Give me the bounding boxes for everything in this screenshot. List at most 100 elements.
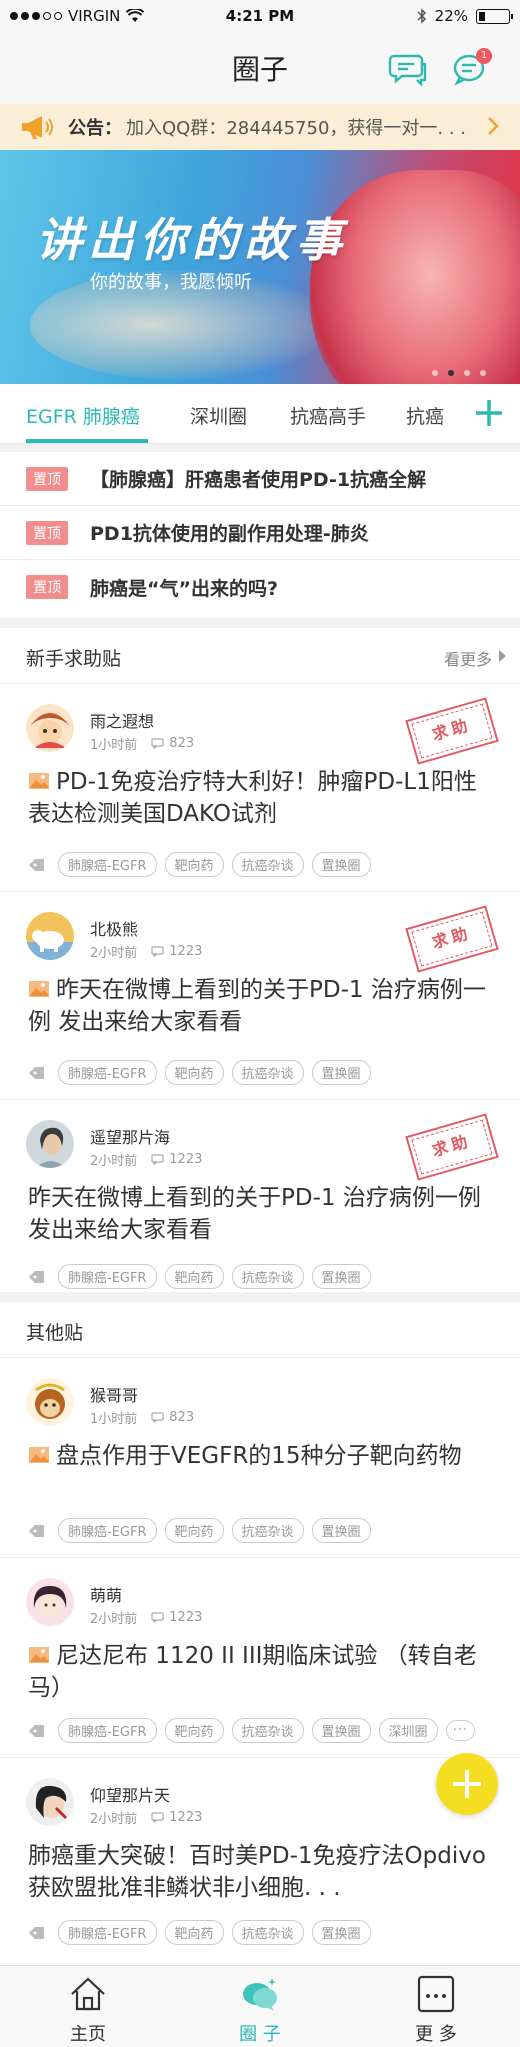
tag-chip[interactable]: 肺腺癌-EGFR: [58, 852, 157, 877]
tag-chip[interactable]: 靶向药: [164, 1264, 224, 1289]
tag-chip[interactable]: 抗癌杂谈: [231, 852, 304, 877]
chat-button[interactable]: [388, 50, 428, 87]
tag-chip[interactable]: 置换圈: [311, 1518, 371, 1543]
tab-home[interactable]: 主页: [28, 1966, 148, 2047]
tag-icon: [29, 858, 44, 871]
comment-icon: [151, 1612, 164, 1623]
avatar[interactable]: [26, 704, 74, 752]
triangle-right-icon: [499, 650, 506, 662]
tag-chip[interactable]: 肺腺癌-EGFR: [58, 1718, 157, 1743]
username: 雨之遐想: [90, 712, 155, 731]
tab-shenzhen[interactable]: 深圳圈: [190, 402, 247, 429]
post-meta: 2小时前 1223: [90, 1808, 202, 1827]
tag-chip[interactable]: 置换圈: [311, 1920, 371, 1945]
announcement-text: 加入QQ群：284445750，获得一对一. . .: [126, 118, 467, 139]
pinned-item[interactable]: 置顶 肺癌是“气”出来的吗?: [0, 560, 520, 614]
tag-chip[interactable]: 靶向药: [164, 1920, 224, 1945]
tab-anticancer[interactable]: 抗癌: [406, 402, 444, 429]
tag-chip[interactable]: 抗癌杂谈: [231, 1920, 304, 1945]
section-header: 其他贴: [0, 1302, 520, 1358]
tag-row: 肺腺癌-EGFR 靶向药 抗癌杂谈 置换圈: [28, 852, 371, 877]
messages-button[interactable]: 1: [452, 48, 492, 86]
tab-experts[interactable]: 抗癌高手: [290, 402, 366, 429]
comment-count: 823: [151, 1410, 194, 1425]
tag-icon: [29, 1724, 44, 1737]
new-post-button[interactable]: [436, 1753, 498, 1815]
avatar[interactable]: [26, 1778, 74, 1826]
tag-chip[interactable]: 抗癌杂谈: [231, 1060, 304, 1085]
username: 仰望那片天: [90, 1786, 171, 1805]
tag-chip[interactable]: 肺腺癌-EGFR: [58, 1264, 157, 1289]
tag-chip[interactable]: 靶向药: [164, 852, 224, 877]
post-card[interactable]: 萌萌 2小时前 1223 尼达尼布 1120 II III期临床试验 （转自老马…: [0, 1558, 520, 1758]
tag-chip[interactable]: 肺腺癌-EGFR: [58, 1920, 157, 1945]
more-tags-button[interactable]: ···: [445, 1720, 475, 1741]
image-icon: [29, 1647, 49, 1663]
banner-headline: 讲出你的故事: [36, 213, 348, 267]
tab-egfr[interactable]: EGFR 肺腺癌: [26, 402, 140, 429]
comment-icon: [151, 1812, 164, 1823]
announcement-bar[interactable]: 公告： 加入QQ群：284445750，获得一对一. . .: [0, 104, 520, 150]
comment-icon: [151, 738, 164, 749]
circle-tabs: EGFR 肺腺癌 深圳圈 抗癌高手 抗癌: [0, 384, 520, 444]
avatar[interactable]: [26, 1578, 74, 1626]
tag-chip[interactable]: 深圳圈: [378, 1718, 438, 1743]
help-stamp: 求助: [405, 1113, 499, 1181]
tag-chip[interactable]: 靶向药: [164, 1718, 224, 1743]
tab-more[interactable]: 更 多: [376, 1966, 496, 2047]
post-card[interactable]: 遥望那片海 2小时前 1223 求助 昨天在微博上看到的关于PD-1 治疗病例一…: [0, 1100, 520, 1292]
see-more-link[interactable]: 看更多: [444, 646, 492, 670]
hero-banner[interactable]: 讲出你的故事 你的故事，我愿倾听: [0, 150, 520, 384]
tag-chip[interactable]: 抗癌杂谈: [231, 1718, 304, 1743]
tag-chip[interactable]: 置换圈: [311, 1718, 371, 1743]
post-time: 1小时前: [90, 1412, 138, 1427]
post-time: 2小时前: [90, 1812, 138, 1827]
tag-chip[interactable]: 肺腺癌-EGFR: [58, 1518, 157, 1543]
banner-pager[interactable]: [432, 370, 486, 376]
home-icon: [71, 1977, 105, 2011]
battery-icon: [476, 8, 513, 24]
tag-icon: [29, 1524, 44, 1537]
pinned-item[interactable]: 置顶 【肺腺癌】肝癌患者使用PD-1抗癌全解: [0, 452, 520, 506]
pinned-title: 【肺腺癌】肝癌患者使用PD-1抗癌全解: [90, 469, 427, 491]
post-card[interactable]: 猴哥哥 1小时前 823 盘点作用于VEGFR的15种分子靶向药物 肺腺癌-EG…: [0, 1358, 520, 1558]
tag-row: 肺腺癌-EGFR 靶向药 抗癌杂谈 置换圈: [28, 1920, 371, 1945]
post-meta: 2小时前 1223: [90, 1608, 202, 1627]
post-title: 昨天在微博上看到的关于PD-1 治疗病例一例 发出来给大家看看: [28, 1185, 481, 1243]
section-header: 新手求助贴 看更多: [0, 628, 520, 684]
pinned-title: PD1抗体使用的副作用处理-肺炎: [90, 523, 369, 545]
avatar[interactable]: [26, 1378, 74, 1426]
section-title: 其他贴: [26, 1322, 84, 1344]
status-bar: VIRGIN 4:21 PM 22%: [0, 0, 520, 34]
avatar[interactable]: [26, 912, 74, 960]
tag-chip[interactable]: 置换圈: [311, 1060, 371, 1085]
post-title: 盘点作用于VEGFR的15种分子靶向药物: [28, 1440, 498, 1472]
comment-icon: [151, 1412, 164, 1423]
avatar[interactable]: [26, 1120, 74, 1168]
post-card[interactable]: 北极熊 2小时前 1223 求助 昨天在微博上看到的关于PD-1 治疗病例一例 …: [0, 892, 520, 1100]
pinned-item[interactable]: 置顶 PD1抗体使用的副作用处理-肺炎: [0, 506, 520, 560]
comment-count: 1223: [151, 944, 202, 959]
tag-chip[interactable]: 抗癌杂谈: [231, 1518, 304, 1543]
post-time: 1小时前: [90, 738, 138, 753]
post-meta: 2小时前 1223: [90, 942, 202, 961]
tag-chip[interactable]: 肺腺癌-EGFR: [58, 1060, 157, 1085]
nav-bar: 圈子 1: [0, 34, 520, 104]
tag-row: 肺腺癌-EGFR 靶向药 抗癌杂谈 置换圈: [28, 1060, 371, 1085]
tag-chip[interactable]: 置换圈: [311, 1264, 371, 1289]
tag-chip[interactable]: 靶向药: [164, 1060, 224, 1085]
post-card[interactable]: 雨之遐想 1小时前 823 求助 PD-1免疫治疗特大利好！肿瘤PD-L1阳性表…: [0, 684, 520, 892]
tag-chip[interactable]: 置换圈: [311, 852, 371, 877]
post-title: 昨天在微博上看到的关于PD-1 治疗病例一例 发出来给大家看看: [28, 977, 486, 1035]
tab-circle[interactable]: 圈 子: [200, 1966, 320, 2047]
add-tab-icon[interactable]: [472, 396, 506, 430]
comment-count: 823: [151, 736, 194, 751]
tag-chip[interactable]: 抗癌杂谈: [231, 1264, 304, 1289]
pinned-badge: 置顶: [26, 575, 68, 599]
bluetooth-icon: [417, 8, 426, 24]
post-time: 2小时前: [90, 946, 138, 961]
tag-chip[interactable]: 靶向药: [164, 1518, 224, 1543]
pinned-badge: 置顶: [26, 466, 68, 491]
tag-icon: [29, 1926, 44, 1939]
battery-percent: 22%: [434, 7, 468, 25]
